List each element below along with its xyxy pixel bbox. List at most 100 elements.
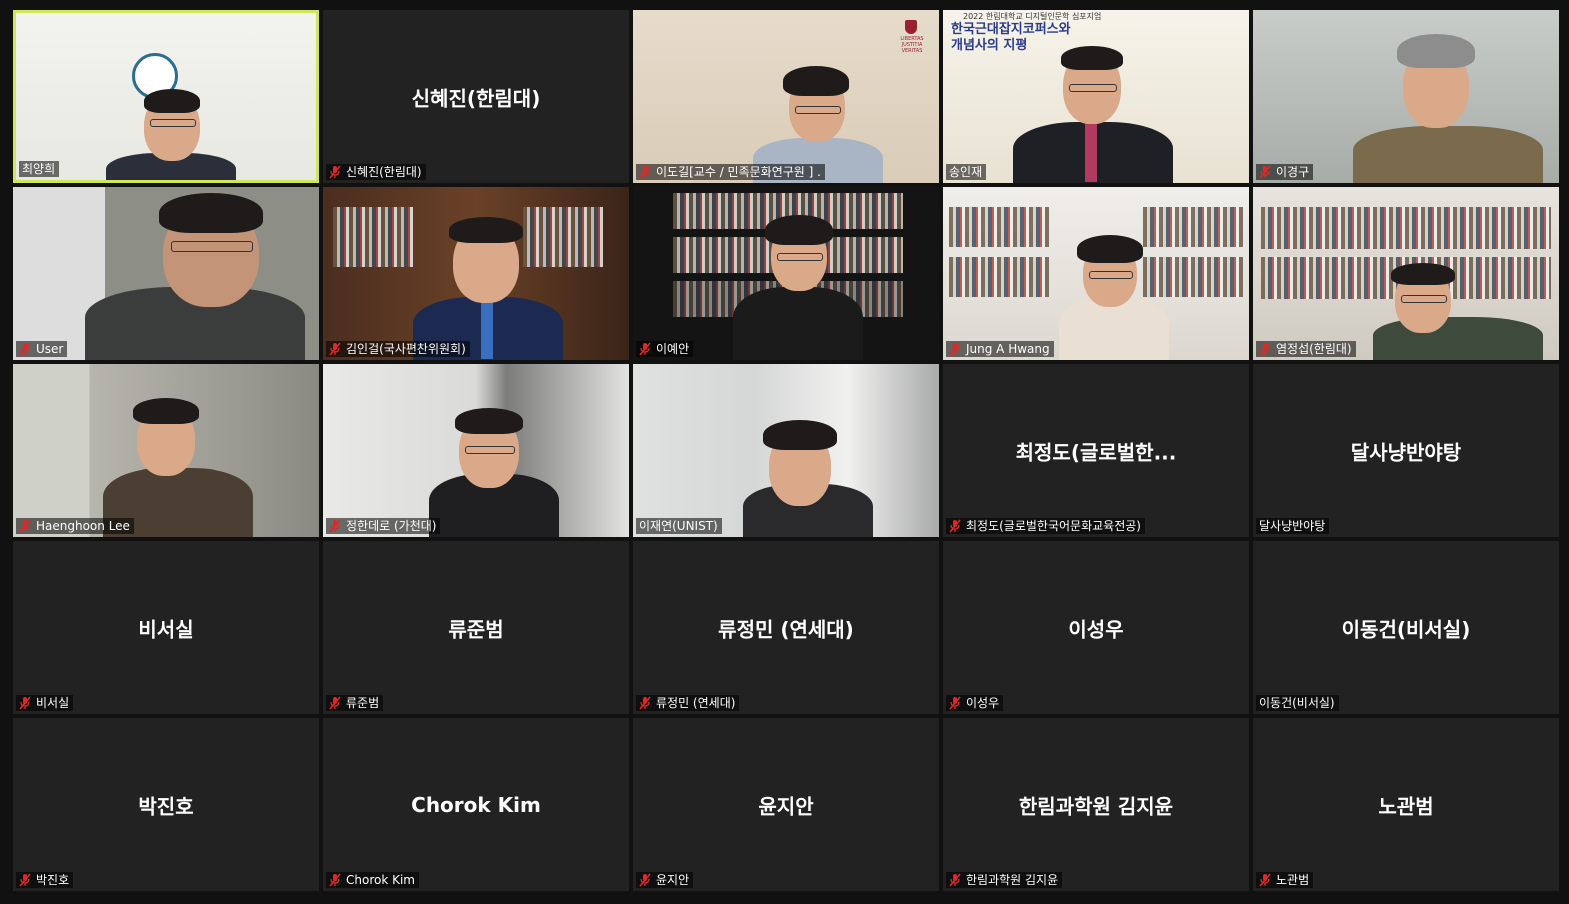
participant-label: 정한데로 (가천대): [326, 518, 441, 534]
video-feed: [323, 364, 629, 537]
participant-label: 박진호: [16, 872, 74, 888]
participant-tile-25[interactable]: 노관범 노관범: [1253, 718, 1559, 891]
participant-name: 류정민 (연세대): [718, 617, 854, 641]
muted-mic-icon: [19, 873, 31, 887]
participant-tile-4[interactable]: 2022 한림대학교 디지털인문학 심포지엄 한국근대잡지코퍼스와 개념사의 지…: [943, 10, 1249, 183]
video-feed: [323, 187, 629, 360]
participant-label: 이재연(UNIST): [636, 518, 722, 534]
participant-tile-13[interactable]: 이재연(UNIST): [633, 364, 939, 537]
participant-name: 한림과학원 김지윤: [1018, 794, 1174, 818]
participant-tile-2[interactable]: 신혜진(한림대) 신혜진(한림대): [323, 10, 629, 183]
participant-tile-15[interactable]: 달사냥반야탕 달사냥반야탕: [1253, 364, 1559, 537]
muted-mic-icon: [329, 165, 341, 179]
muted-mic-icon: [639, 165, 651, 179]
muted-mic-icon: [19, 519, 31, 533]
participant-name: 이동건(비서실): [1341, 617, 1471, 641]
participant-label: 최양희: [19, 161, 60, 177]
muted-mic-icon: [329, 873, 341, 887]
participant-label: 신혜진(한림대): [326, 164, 426, 180]
muted-mic-icon: [639, 696, 651, 710]
participant-name: 신혜진(한림대): [411, 86, 541, 110]
muted-mic-icon: [19, 696, 31, 710]
muted-mic-icon: [1259, 165, 1271, 179]
participant-tile-23[interactable]: 윤지안 윤지안: [633, 718, 939, 891]
muted-mic-icon: [329, 342, 341, 356]
crest-logo: [905, 20, 917, 34]
participant-label: 윤지안: [636, 872, 694, 888]
participant-tile-8[interactable]: 이예안: [633, 187, 939, 360]
participant-name: 박진호: [138, 794, 194, 818]
participant-label: 송인재: [946, 164, 987, 180]
crest-logo-text: LIBERTAS JUSTITIA VERITAS: [900, 36, 924, 54]
participant-name: 최정도(글로벌한...: [1015, 440, 1177, 464]
participant-label: Chorok Kim: [326, 872, 419, 888]
participant-label: User: [16, 341, 68, 357]
participant-tile-21[interactable]: 박진호 박진호: [13, 718, 319, 891]
participant-tile-7[interactable]: 김인걸(국사편찬위원회): [323, 187, 629, 360]
participant-label: 이경구: [1256, 164, 1314, 180]
participant-label: 최정도(글로벌한국어문화교육전공): [946, 518, 1145, 534]
participant-label: 류정민 (연세대): [636, 695, 740, 711]
participant-label: 김인걸(국사편찬위원회): [326, 341, 470, 357]
participant-tile-3[interactable]: LIBERTAS JUSTITIA VERITAS 이도길[교수 / 민족문화연구원…: [633, 10, 939, 183]
participant-label: 달사냥반야탕: [1256, 518, 1330, 534]
participant-tile-6[interactable]: User: [13, 187, 319, 360]
participant-tile-22[interactable]: Chorok Kim Chorok Kim: [323, 718, 629, 891]
video-feed: [13, 364, 319, 537]
muted-mic-icon: [1259, 873, 1271, 887]
muted-mic-icon: [949, 873, 961, 887]
muted-mic-icon: [1259, 342, 1271, 356]
participant-name: 이성우: [1068, 617, 1124, 641]
participant-tile-12[interactable]: 정한데로 (가천대): [323, 364, 629, 537]
participant-name: 윤지안: [758, 794, 814, 818]
participant-tile-11[interactable]: Haenghoon Lee: [13, 364, 319, 537]
participant-label: Jung A Hwang: [946, 341, 1054, 357]
video-feed: [16, 13, 316, 180]
muted-mic-icon: [639, 342, 651, 356]
video-feed: [1253, 10, 1559, 183]
participant-name: 비서실: [138, 617, 194, 641]
participant-tile-10[interactable]: 염정섭(한림대): [1253, 187, 1559, 360]
video-feed: [943, 187, 1249, 360]
participant-tile-1[interactable]: 최양희: [13, 10, 319, 183]
participant-tile-18[interactable]: 류정민 (연세대) 류정민 (연세대): [633, 541, 939, 714]
participant-tile-5[interactable]: 이경구: [1253, 10, 1559, 183]
participant-name: 노관범: [1378, 794, 1434, 818]
participant-tile-16[interactable]: 비서실 비서실: [13, 541, 319, 714]
participant-label: 비서실: [16, 695, 74, 711]
participant-name: 달사냥반야탕: [1350, 440, 1462, 464]
video-feed: [633, 187, 939, 360]
participant-label: 류준범: [326, 695, 384, 711]
participant-label: 한림과학원 김지윤: [946, 872, 1063, 888]
participant-tile-14[interactable]: 최정도(글로벌한... 최정도(글로벌한국어문화교육전공): [943, 364, 1249, 537]
participant-tile-9[interactable]: Jung A Hwang: [943, 187, 1249, 360]
participant-label: 이예안: [636, 341, 694, 357]
participant-tile-24[interactable]: 한림과학원 김지윤 한림과학원 김지윤: [943, 718, 1249, 891]
participant-label: Haenghoon Lee: [16, 518, 134, 534]
gallery-grid: 최양희 신혜진(한림대) 신혜진(한림대) LIBERTAS JUSTITIA VE…: [13, 10, 1561, 894]
banner-subtitle: 2022 한림대학교 디지털인문학 심포지엄: [963, 12, 1102, 21]
video-feed: 2022 한림대학교 디지털인문학 심포지엄 한국근대잡지코퍼스와 개념사의 지…: [943, 10, 1249, 183]
participant-label: 이성우: [946, 695, 1004, 711]
muted-mic-icon: [639, 873, 651, 887]
participant-label: 노관범: [1256, 872, 1314, 888]
muted-mic-icon: [949, 696, 961, 710]
participant-name: Chorok Kim: [411, 792, 541, 817]
muted-mic-icon: [949, 519, 961, 533]
video-feed: [13, 187, 319, 360]
video-feed: LIBERTAS JUSTITIA VERITAS: [633, 10, 939, 183]
participant-label: 이도길[교수 / 민족문화연구원 ] .: [636, 164, 825, 180]
participant-tile-19[interactable]: 이성우 이성우: [943, 541, 1249, 714]
muted-mic-icon: [329, 519, 341, 533]
participant-label: 이동건(비서실): [1256, 695, 1339, 711]
participant-name: 류준범: [448, 617, 504, 641]
participant-label: 염정섭(한림대): [1256, 341, 1356, 357]
video-feed: [633, 364, 939, 537]
video-feed: [1253, 187, 1559, 360]
banner-title: 한국근대잡지코퍼스와 개념사의 지평: [951, 22, 1071, 53]
participant-tile-20[interactable]: 이동건(비서실) 이동건(비서실): [1253, 541, 1559, 714]
muted-mic-icon: [19, 342, 31, 356]
participant-tile-17[interactable]: 류준범 류준범: [323, 541, 629, 714]
muted-mic-icon: [329, 696, 341, 710]
muted-mic-icon: [949, 342, 961, 356]
